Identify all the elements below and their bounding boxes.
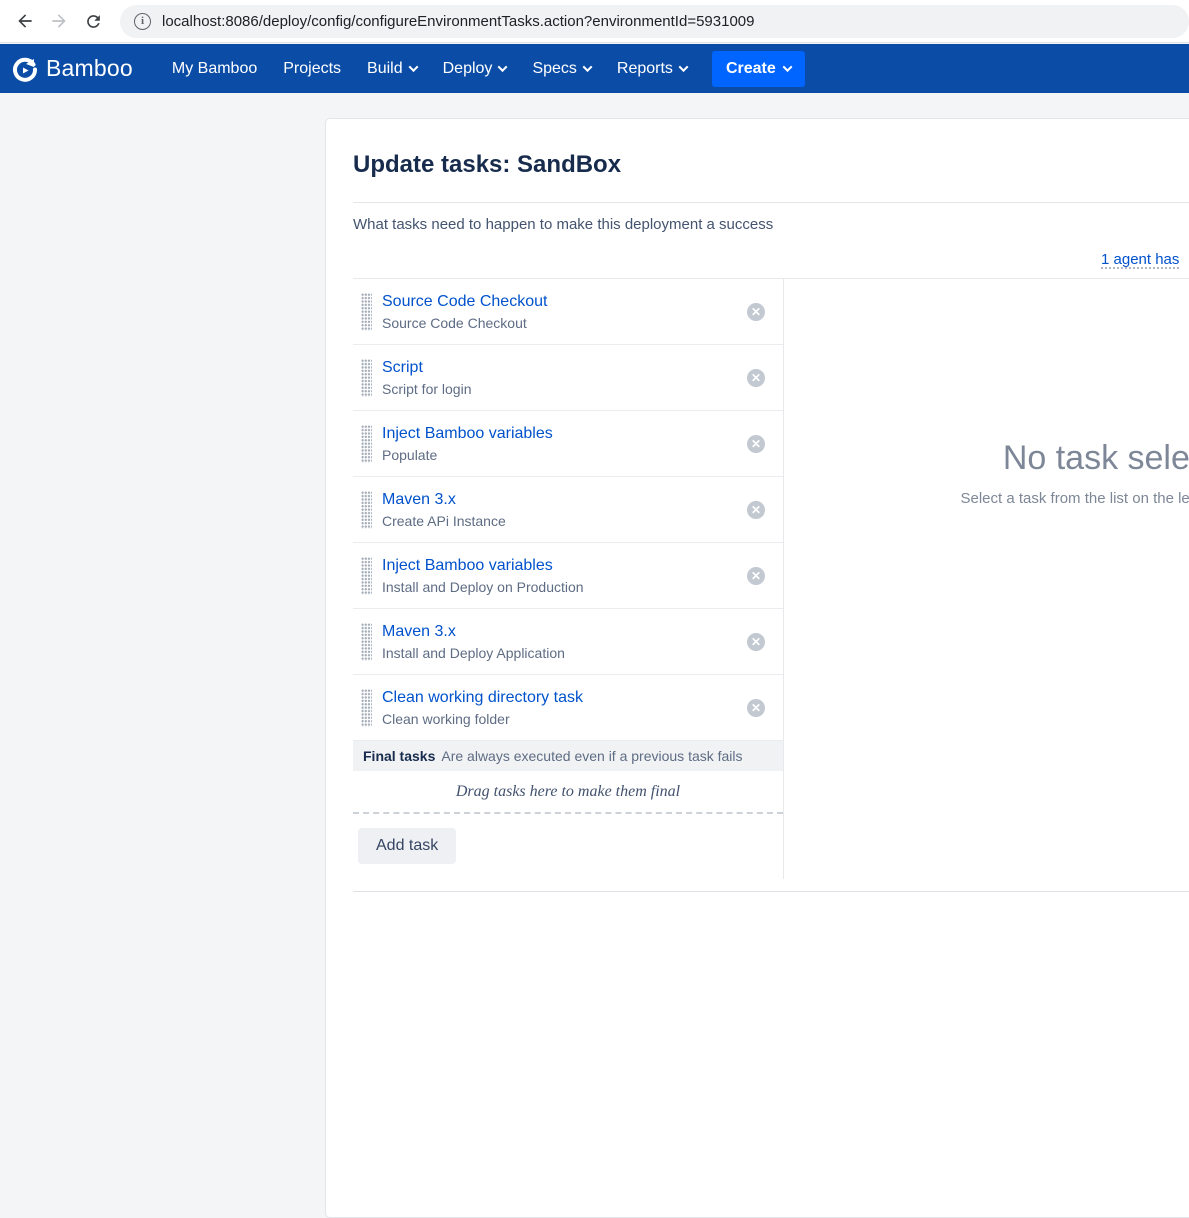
drag-handle-icon[interactable] — [361, 689, 372, 727]
chevron-down-icon — [782, 62, 792, 72]
task-row[interactable]: Script Script for login ✕ — [353, 345, 783, 411]
chevron-down-icon — [498, 62, 508, 72]
task-row[interactable]: Maven 3.x Install and Deploy Application… — [353, 609, 783, 675]
task-title-link[interactable]: Maven 3.x — [382, 489, 747, 510]
drag-handle-icon[interactable] — [361, 293, 372, 331]
browser-toolbar: i localhost:8086/deploy/config/configure… — [0, 0, 1189, 43]
nav-item-reports[interactable]: Reports — [604, 50, 700, 88]
nav-item-build[interactable]: Build — [354, 50, 430, 88]
drag-handle-icon[interactable] — [361, 425, 372, 463]
nav-item-projects[interactable]: Projects — [270, 50, 354, 88]
chevron-down-icon — [582, 62, 592, 72]
create-button[interactable]: Create — [712, 51, 805, 87]
bamboo-logo[interactable]: Bamboo — [12, 55, 133, 82]
remove-task-icon[interactable]: ✕ — [747, 633, 765, 651]
chevron-down-icon — [678, 62, 688, 72]
task-title-link[interactable]: Script — [382, 357, 747, 378]
remove-task-icon[interactable]: ✕ — [747, 501, 765, 519]
remove-task-icon[interactable]: ✕ — [747, 699, 765, 717]
task-title-link[interactable]: Inject Bamboo variables — [382, 423, 747, 444]
bottom-divider — [353, 891, 1189, 892]
empty-state: No task selected Select a task from the … — [961, 439, 1189, 507]
final-tasks-header: Final tasks Are always executed even if … — [353, 741, 783, 771]
agent-capabilities-link[interactable]: 1 agent has — [1101, 251, 1179, 268]
drag-handle-icon[interactable] — [361, 491, 372, 529]
task-row[interactable]: Inject Bamboo variables Install and Depl… — [353, 543, 783, 609]
remove-task-icon[interactable]: ✕ — [747, 369, 765, 387]
task-row[interactable]: Clean working directory task Clean worki… — [353, 675, 783, 741]
remove-task-icon[interactable]: ✕ — [747, 567, 765, 585]
task-subtitle: Install and Deploy Application — [382, 644, 747, 663]
add-task-button[interactable]: Add task — [358, 828, 456, 864]
task-title-link[interactable]: Maven 3.x — [382, 621, 747, 642]
task-text: Inject Bamboo variables Install and Depl… — [382, 555, 747, 597]
drag-handle-icon[interactable] — [361, 359, 372, 397]
task-subtitle: Create APi Instance — [382, 512, 747, 531]
task-text: Script Script for login — [382, 357, 747, 399]
remove-task-icon[interactable]: ✕ — [747, 303, 765, 321]
task-title-link[interactable]: Source Code Checkout — [382, 291, 747, 312]
bamboo-logo-icon — [12, 56, 38, 82]
task-subtitle: Install and Deploy on Production — [382, 578, 747, 597]
task-list-column: Source Code Checkout Source Code Checkou… — [353, 279, 783, 879]
task-title-link[interactable]: Inject Bamboo variables — [382, 555, 747, 576]
reload-icon[interactable] — [76, 4, 110, 38]
task-detail-column: No task selected Select a task from the … — [783, 279, 1189, 879]
forward-icon — [42, 4, 76, 38]
final-tasks-description: Are always executed even if a previous t… — [441, 748, 742, 764]
drop-hint-text: Drag tasks here to make them final — [456, 783, 680, 801]
task-subtitle: Clean working folder — [382, 710, 747, 729]
page-title: Update tasks: SandBox — [353, 151, 621, 179]
tasks-layout: Source Code Checkout Source Code Checkou… — [353, 278, 1189, 879]
back-icon[interactable] — [8, 4, 42, 38]
remove-task-icon[interactable]: ✕ — [747, 435, 765, 453]
page-subtitle: What tasks need to happen to make this d… — [353, 216, 773, 233]
nav-item-deploy[interactable]: Deploy — [430, 50, 520, 88]
final-tasks-drop-zone[interactable]: Drag tasks here to make them final — [353, 771, 783, 814]
task-title-link[interactable]: Clean working directory task — [382, 687, 747, 708]
task-text: Inject Bamboo variables Populate — [382, 423, 747, 465]
nav-item-my-bamboo[interactable]: My Bamboo — [159, 50, 270, 88]
brand-name: Bamboo — [46, 55, 133, 82]
nav-item-specs[interactable]: Specs — [519, 50, 603, 88]
task-row[interactable]: Inject Bamboo variables Populate ✕ — [353, 411, 783, 477]
page-info-icon[interactable]: i — [134, 13, 151, 30]
task-subtitle: Source Code Checkout — [382, 314, 747, 333]
task-text: Source Code Checkout Source Code Checkou… — [382, 291, 747, 333]
drag-handle-icon[interactable] — [361, 623, 372, 661]
task-row[interactable]: Source Code Checkout Source Code Checkou… — [353, 279, 783, 345]
task-row[interactable]: Maven 3.x Create APi Instance ✕ — [353, 477, 783, 543]
task-text: Clean working directory task Clean worki… — [382, 687, 747, 729]
task-subtitle: Populate — [382, 446, 747, 465]
task-list: Source Code Checkout Source Code Checkou… — [353, 279, 783, 741]
title-divider — [353, 202, 1189, 203]
bamboo-navbar: Bamboo My Bamboo Projects Build Deploy S… — [0, 44, 1189, 93]
task-text: Maven 3.x Create APi Instance — [382, 489, 747, 531]
update-tasks-panel: Update tasks: SandBox What tasks need to… — [325, 118, 1189, 1218]
chevron-down-icon — [408, 62, 418, 72]
url-bar[interactable]: i localhost:8086/deploy/config/configure… — [120, 5, 1189, 38]
empty-state-subtitle: Select a task from the list on the left … — [961, 490, 1189, 507]
empty-state-title: No task selected — [961, 439, 1189, 478]
page-background: Update tasks: SandBox What tasks need to… — [0, 93, 1189, 909]
final-tasks-label: Final tasks — [363, 748, 435, 764]
task-subtitle: Script for login — [382, 380, 747, 399]
drag-handle-icon[interactable] — [361, 557, 372, 595]
task-text: Maven 3.x Install and Deploy Application — [382, 621, 747, 663]
url-text[interactable]: localhost:8086/deploy/config/configureEn… — [162, 13, 754, 30]
